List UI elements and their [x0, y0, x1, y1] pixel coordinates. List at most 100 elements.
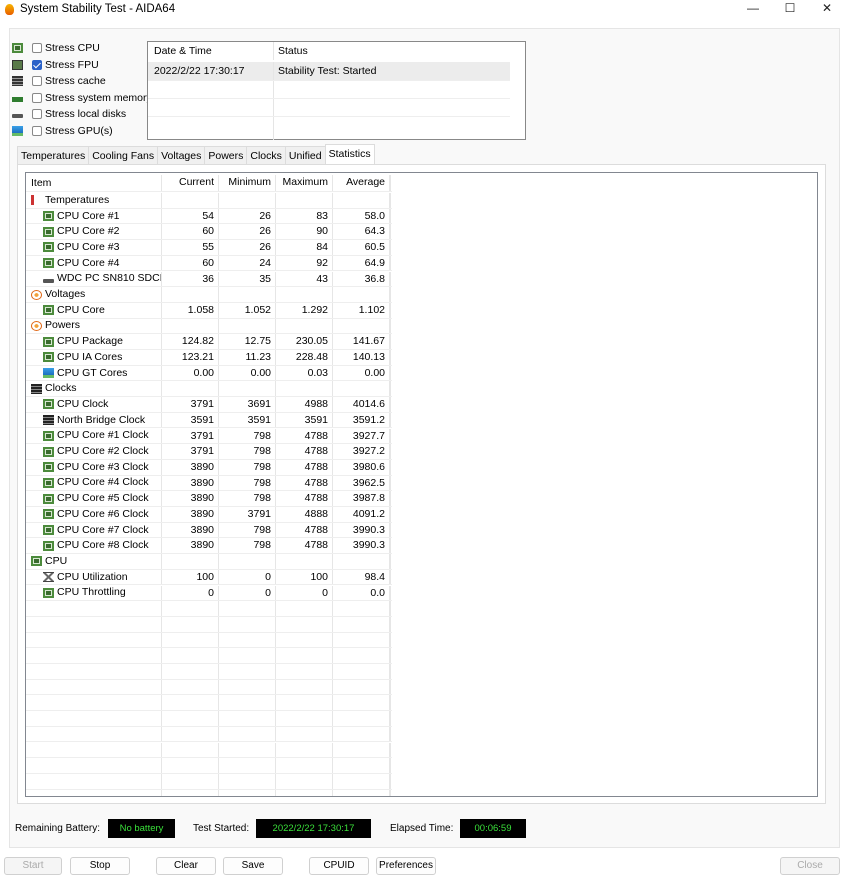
close-button[interactable]: Close	[780, 857, 840, 875]
test-started-label: Test Started:	[193, 823, 250, 834]
current-value: 3791	[162, 428, 219, 444]
table-row[interactable]: CPU Throttling 0 0 0 0.0	[26, 585, 392, 602]
save-button[interactable]: Save	[223, 857, 283, 875]
tab-voltages[interactable]: Voltages	[157, 146, 206, 164]
tab-cooling-fans[interactable]: Cooling Fans	[88, 146, 159, 164]
cpu-chip-icon	[31, 556, 42, 567]
cpuid-button[interactable]: CPUID	[309, 857, 369, 875]
group-row[interactable]: Voltages	[26, 287, 392, 303]
stop-button[interactable]: Stop	[70, 857, 130, 875]
log-header-status[interactable]: Status	[274, 42, 510, 60]
item-cell: CPU Package	[26, 334, 162, 349]
table-row[interactable]: CPU Core #5 Clock 3890 798 4788 3987.8	[26, 491, 392, 507]
column-header-average[interactable]: Average	[333, 175, 390, 191]
empty-cell	[219, 632, 276, 648]
tab-powers[interactable]: Powers	[204, 146, 248, 164]
tab-unified[interactable]: Unified	[284, 146, 326, 164]
table-row[interactable]: CPU Core #3 55 26 84 60.5	[26, 240, 392, 256]
stress-checkbox[interactable]	[32, 43, 42, 53]
empty-cell	[162, 726, 219, 742]
item-label: CPU Core #8 Clock	[57, 539, 149, 552]
group-row[interactable]: Temperatures	[26, 193, 392, 209]
stress-label[interactable]: Stress cache	[45, 75, 106, 87]
log-header: Date & Time Status	[148, 42, 510, 60]
item-label: CPU Package	[57, 335, 123, 348]
tab-temperatures[interactable]: Temperatures	[17, 146, 90, 164]
close-window-button[interactable]: ✕	[812, 1, 842, 18]
stress-checkbox[interactable]	[32, 109, 42, 120]
empty-cell	[276, 742, 333, 758]
table-row[interactable]: CPU Core #2 Clock 3791 798 4788 3927.2	[26, 444, 392, 460]
remaining-battery-label: Remaining Battery:	[15, 823, 101, 834]
item-label: CPU GT Cores	[57, 366, 128, 379]
table-row[interactable]: CPU Core #4 60 24 92 64.9	[26, 255, 392, 272]
title-bar: System Stability Test - AIDA64 — ☐ ✕	[0, 0, 847, 20]
tab-clocks[interactable]: Clocks	[246, 146, 286, 164]
table-row[interactable]: North Bridge Clock 3591 3591 3591 3591.2	[26, 412, 392, 429]
column-header-minimum[interactable]: Minimum	[219, 175, 276, 191]
log-row[interactable]: 2022/2/22 17:30:17 Stability Test: Start…	[148, 62, 510, 80]
maximum-value	[276, 287, 333, 302]
item-cell: Temperatures	[26, 193, 162, 208]
stress-option[interactable]: Stress CPU	[12, 40, 100, 56]
group-row[interactable]: CPU	[26, 554, 392, 570]
table-row[interactable]: CPU Package 124.82 12.75 230.05 141.67	[26, 334, 392, 350]
empty-cell	[333, 758, 390, 773]
table-row[interactable]: CPU GT Cores 0.00 0.00 0.03 0.00	[26, 365, 392, 382]
average-value: 60.5	[333, 240, 390, 255]
group-row[interactable]: Clocks	[26, 381, 392, 398]
table-row[interactable]: WDC PC SN810 SDCP...36354336.8	[26, 271, 392, 288]
table-row[interactable]: CPU Core #8 Clock 3890 798 4788 3990.3	[26, 538, 392, 555]
stress-checkbox[interactable]	[32, 76, 42, 87]
table-row[interactable]: CPU Core #6 Clock 3890 3791 4888 4091.2	[26, 507, 392, 523]
stress-checkbox[interactable]	[32, 126, 42, 136]
cpu-chip-icon	[43, 446, 54, 457]
stress-label[interactable]: Stress local disks	[45, 108, 126, 120]
column-header-maximum[interactable]: Maximum	[276, 175, 333, 191]
empty-cell	[162, 601, 219, 616]
stress-label[interactable]: Stress FPU	[45, 59, 99, 71]
minimum-value: 12.75	[219, 334, 276, 349]
table-row[interactable]: CPU IA Cores 123.21 11.23 228.48 140.13	[26, 350, 392, 366]
stress-option[interactable]: Stress FPU	[12, 57, 99, 73]
empty-cell	[26, 711, 162, 726]
maximize-button[interactable]: ☐	[775, 1, 805, 18]
stress-option[interactable]: Stress system memory	[12, 90, 152, 106]
table-row[interactable]: CPU Core #7 Clock 3890 798 4788 3990.3	[26, 522, 392, 539]
stress-label[interactable]: Stress system memory	[45, 92, 152, 104]
table-row[interactable]: CPU Core #3 Clock 3890 798 4788 3980.6	[26, 459, 392, 476]
empty-cell	[219, 601, 276, 616]
table-row[interactable]: CPU Core #2 60 26 90 64.3	[26, 224, 392, 241]
stress-label[interactable]: Stress CPU	[45, 42, 100, 54]
table-row[interactable]: CPU Utilization 100 0 100 98.4	[26, 569, 392, 586]
current-value: 60	[162, 255, 219, 271]
column-header-current[interactable]: Current	[162, 175, 219, 191]
minimum-value: 1.052	[219, 302, 276, 318]
stress-checkbox[interactable]	[32, 59, 42, 70]
log-header-datetime[interactable]: Date & Time	[148, 42, 274, 60]
item-label: CPU Throttling	[57, 586, 126, 599]
average-value: 1.102	[333, 302, 390, 318]
preferences-button[interactable]: Preferences	[376, 857, 436, 875]
group-row[interactable]: Powers	[26, 318, 392, 335]
empty-cell	[333, 679, 390, 695]
empty-cell	[276, 601, 333, 616]
clear-button[interactable]: Clear	[156, 857, 216, 875]
table-row[interactable]: CPU Core #4 Clock 3890 798 4788 3962.5	[26, 475, 392, 492]
table-row[interactable]: CPU Core #1 54 26 83 58.0	[26, 208, 392, 225]
tab-statistics[interactable]: Statistics	[324, 144, 375, 164]
stress-option[interactable]: Stress GPU(s)	[12, 123, 113, 139]
table-row[interactable]: CPU Clock 3791 3691 4988 4014.6	[26, 397, 392, 413]
stress-option[interactable]: Stress cache	[12, 73, 106, 89]
item-cell: CPU Core #1 Clock	[26, 428, 162, 444]
average-value: 0.00	[333, 365, 390, 381]
stress-label[interactable]: Stress GPU(s)	[45, 125, 113, 137]
column-header-item[interactable]: Item	[26, 175, 162, 191]
table-row[interactable]: CPU Core #1 Clock 3791 798 4788 3927.7	[26, 428, 392, 445]
current-value: 60	[162, 224, 219, 240]
start-button[interactable]: Start	[4, 857, 62, 875]
stress-checkbox[interactable]	[32, 92, 42, 103]
stress-option[interactable]: Stress local disks	[12, 106, 126, 122]
table-row[interactable]: CPU Core 1.058 1.052 1.292 1.102	[26, 302, 392, 319]
minimize-button[interactable]: —	[738, 1, 768, 18]
